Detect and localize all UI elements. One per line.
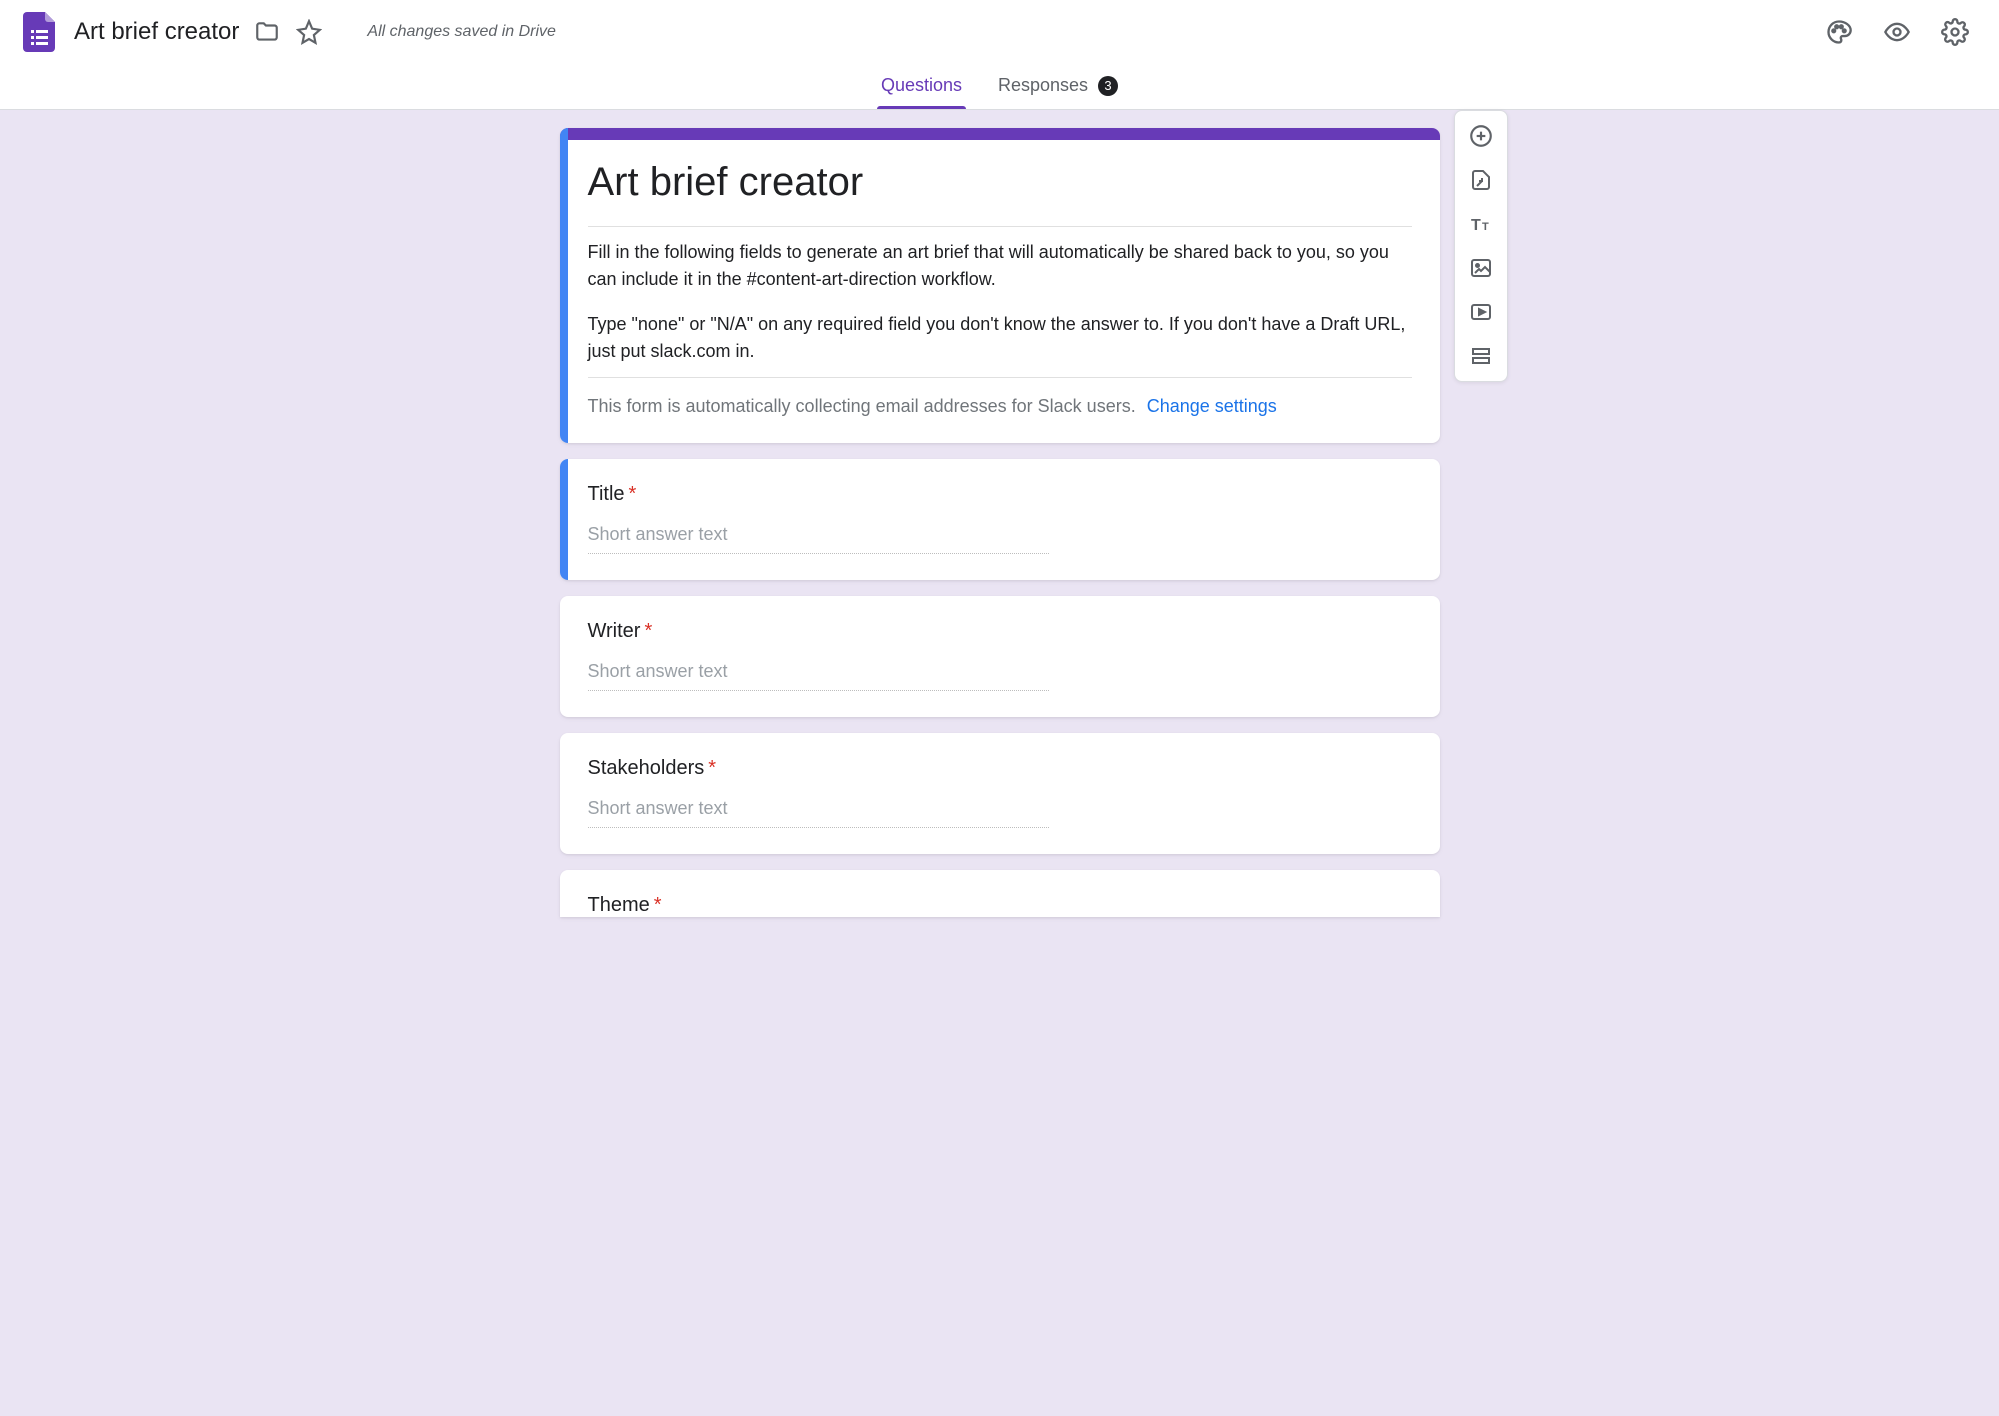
app-header: Art brief creator All changes saved in D… <box>0 0 1999 64</box>
collecting-notice-text: This form is automatically collecting em… <box>588 396 1136 416</box>
document-title[interactable]: Art brief creator <box>74 18 239 46</box>
form-description-p2: Type "none" or "N/A" on any required fie… <box>588 311 1412 365</box>
tab-questions[interactable]: Questions <box>877 65 966 108</box>
question-label[interactable]: Title* <box>588 483 1412 506</box>
accent-left <box>560 459 568 580</box>
palette-icon[interactable] <box>1825 18 1853 46</box>
form-wrap: Art brief creator Fill in the following … <box>560 128 1440 917</box>
question-card-theme[interactable]: Theme* <box>560 870 1440 917</box>
folder-icon[interactable] <box>253 18 281 46</box>
question-label[interactable]: Theme* <box>588 894 1412 917</box>
question-label[interactable]: Writer* <box>588 620 1412 643</box>
side-toolbar: TT <box>1454 110 1508 382</box>
tab-questions-label: Questions <box>881 75 962 96</box>
answer-placeholder: Short answer text <box>588 524 1049 554</box>
save-status: All changes saved in Drive <box>367 23 556 41</box>
required-marker: * <box>654 894 662 916</box>
question-card-stakeholders[interactable]: Stakeholders* Short answer text <box>560 733 1440 854</box>
required-marker: * <box>644 620 652 642</box>
preview-icon[interactable] <box>1883 18 1911 46</box>
tabs-bar: Questions Responses 3 <box>0 64 1999 110</box>
question-label[interactable]: Stakeholders* <box>588 757 1412 780</box>
add-title-icon[interactable]: TT <box>1466 209 1496 239</box>
change-settings-link[interactable]: Change settings <box>1147 396 1277 416</box>
add-video-icon[interactable] <box>1466 297 1496 327</box>
add-section-icon[interactable] <box>1466 341 1496 371</box>
form-header-card[interactable]: Art brief creator Fill in the following … <box>560 128 1440 443</box>
form-canvas: Art brief creator Fill in the following … <box>0 110 1999 1416</box>
answer-placeholder: Short answer text <box>588 798 1049 828</box>
form-title[interactable]: Art brief creator <box>588 160 1412 212</box>
tab-responses-label: Responses <box>998 75 1088 96</box>
collecting-notice: This form is automatically collecting em… <box>588 396 1412 417</box>
svg-text:T: T <box>1471 217 1481 234</box>
accent-top <box>560 128 1440 140</box>
question-card-title[interactable]: Title* Short answer text <box>560 459 1440 580</box>
tab-responses[interactable]: Responses 3 <box>994 65 1122 108</box>
responses-count-badge: 3 <box>1098 76 1118 96</box>
forms-logo-icon[interactable] <box>20 12 60 52</box>
required-marker: * <box>708 757 716 779</box>
settings-icon[interactable] <box>1941 18 1969 46</box>
header-right <box>1825 18 1979 46</box>
svg-text:T: T <box>1482 221 1489 233</box>
add-question-icon[interactable] <box>1466 121 1496 151</box>
form-description[interactable]: Fill in the following fields to generate… <box>588 226 1412 378</box>
import-questions-icon[interactable] <box>1466 165 1496 195</box>
accent-left <box>560 128 568 443</box>
form-description-p1: Fill in the following fields to generate… <box>588 239 1412 293</box>
add-image-icon[interactable] <box>1466 253 1496 283</box>
required-marker: * <box>629 483 637 505</box>
star-icon[interactable] <box>295 18 323 46</box>
answer-placeholder: Short answer text <box>588 661 1049 691</box>
question-card-writer[interactable]: Writer* Short answer text <box>560 596 1440 717</box>
header-left: Art brief creator All changes saved in D… <box>20 12 1825 52</box>
